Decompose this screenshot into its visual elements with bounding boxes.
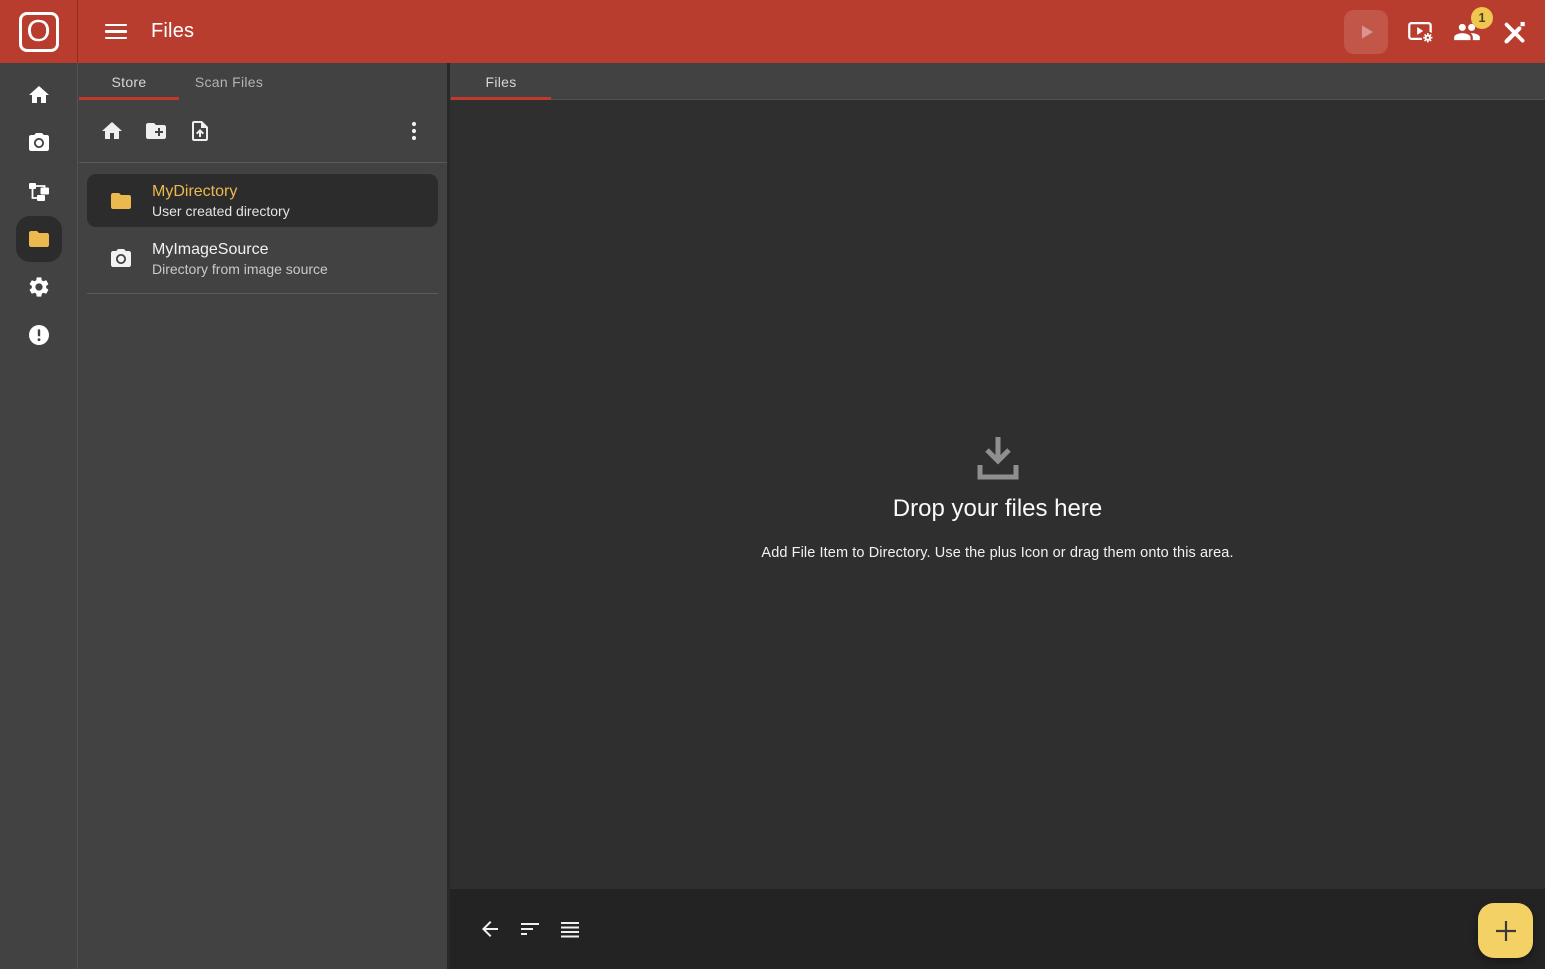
sidebar-item-files[interactable]	[0, 215, 78, 263]
upload-file-button[interactable]	[188, 119, 212, 143]
app-logo: O	[0, 0, 78, 63]
home-directory-button[interactable]	[100, 119, 124, 143]
device-tree-icon	[27, 179, 51, 203]
webcam-settings-button[interactable]	[1407, 18, 1434, 45]
store-panel: Store Scan Files	[79, 63, 447, 969]
list-view-icon	[558, 917, 582, 941]
back-arrow-icon	[478, 917, 502, 941]
sidebar-item-device-tree[interactable]	[0, 167, 78, 215]
bottom-toolbar	[450, 889, 1545, 969]
menu-icon	[105, 24, 127, 27]
download-icon	[970, 429, 1026, 485]
users-button[interactable]: 1	[1453, 18, 1481, 46]
home-icon	[27, 83, 51, 107]
more-options-button[interactable]	[402, 119, 426, 143]
sidebar-item-settings[interactable]	[0, 263, 78, 311]
files-panel: Files Drop your files here Add File Item…	[447, 63, 1545, 969]
file-dropzone[interactable]: Drop your files here Add File Item to Di…	[761, 429, 1233, 561]
sidebar-item-webcam[interactable]	[0, 119, 78, 167]
plus-icon	[1492, 917, 1520, 945]
create-folder-icon	[144, 119, 168, 143]
top-header: Files	[78, 0, 1545, 63]
sort-icon	[518, 917, 542, 941]
play-icon	[1356, 22, 1376, 42]
alert-icon	[27, 323, 51, 347]
tab-files[interactable]: Files	[451, 63, 551, 100]
files-tabs: Files	[450, 63, 1545, 100]
add-file-fab[interactable]	[1478, 903, 1533, 958]
tab-scan-files[interactable]: Scan Files	[179, 63, 279, 100]
notification-badge: 1	[1471, 7, 1493, 29]
crossed-tools-icon	[1500, 18, 1528, 46]
directory-title: MyImageSource	[152, 240, 328, 260]
camera-icon	[27, 131, 51, 155]
list-item-myimagesource[interactable]: MyImageSource Directory from image sourc…	[87, 232, 438, 285]
list-item-mydirectory[interactable]: MyDirectory User created directory	[87, 174, 438, 227]
directory-subtitle: User created directory	[152, 202, 290, 220]
webcam-settings-icon	[1407, 18, 1434, 45]
upload-file-icon	[188, 119, 212, 143]
back-button[interactable]	[478, 917, 502, 941]
logo-frame-icon: O	[19, 12, 59, 52]
page-title: Files	[151, 20, 194, 43]
play-button[interactable]	[1344, 10, 1388, 54]
dropzone-title: Drop your files here	[893, 495, 1102, 523]
header-actions: 1	[1344, 10, 1545, 54]
tab-store[interactable]: Store	[79, 63, 179, 100]
camera-icon	[109, 247, 133, 271]
disconnect-button[interactable]	[1500, 18, 1528, 46]
nav-sidebar	[0, 63, 78, 969]
folder-icon	[27, 227, 51, 251]
create-folder-button[interactable]	[144, 119, 168, 143]
store-toolbar	[79, 100, 447, 163]
sort-button[interactable]	[518, 917, 542, 941]
app-window: O Files	[0, 0, 1545, 969]
directory-subtitle: Directory from image source	[152, 260, 328, 278]
logo-letter: O	[26, 15, 50, 46]
more-vert-icon	[402, 119, 426, 143]
files-content: Drop your files here Add File Item to Di…	[450, 100, 1545, 889]
directory-list: MyDirectory User created directory MyIma…	[79, 163, 447, 294]
list-view-button[interactable]	[558, 917, 582, 941]
store-tabs: Store Scan Files	[79, 63, 447, 100]
folder-icon	[109, 189, 133, 213]
dropzone-hint: Add File Item to Directory. Use the plus…	[761, 545, 1233, 561]
gear-icon	[27, 275, 51, 299]
list-divider	[87, 293, 438, 294]
sidebar-item-home[interactable]	[0, 71, 78, 119]
menu-icon	[105, 37, 127, 40]
sidebar-item-alerts[interactable]	[0, 311, 78, 359]
menu-icon	[105, 30, 127, 33]
menu-button[interactable]	[105, 20, 129, 44]
home-icon	[100, 119, 124, 143]
directory-title: MyDirectory	[152, 182, 290, 202]
